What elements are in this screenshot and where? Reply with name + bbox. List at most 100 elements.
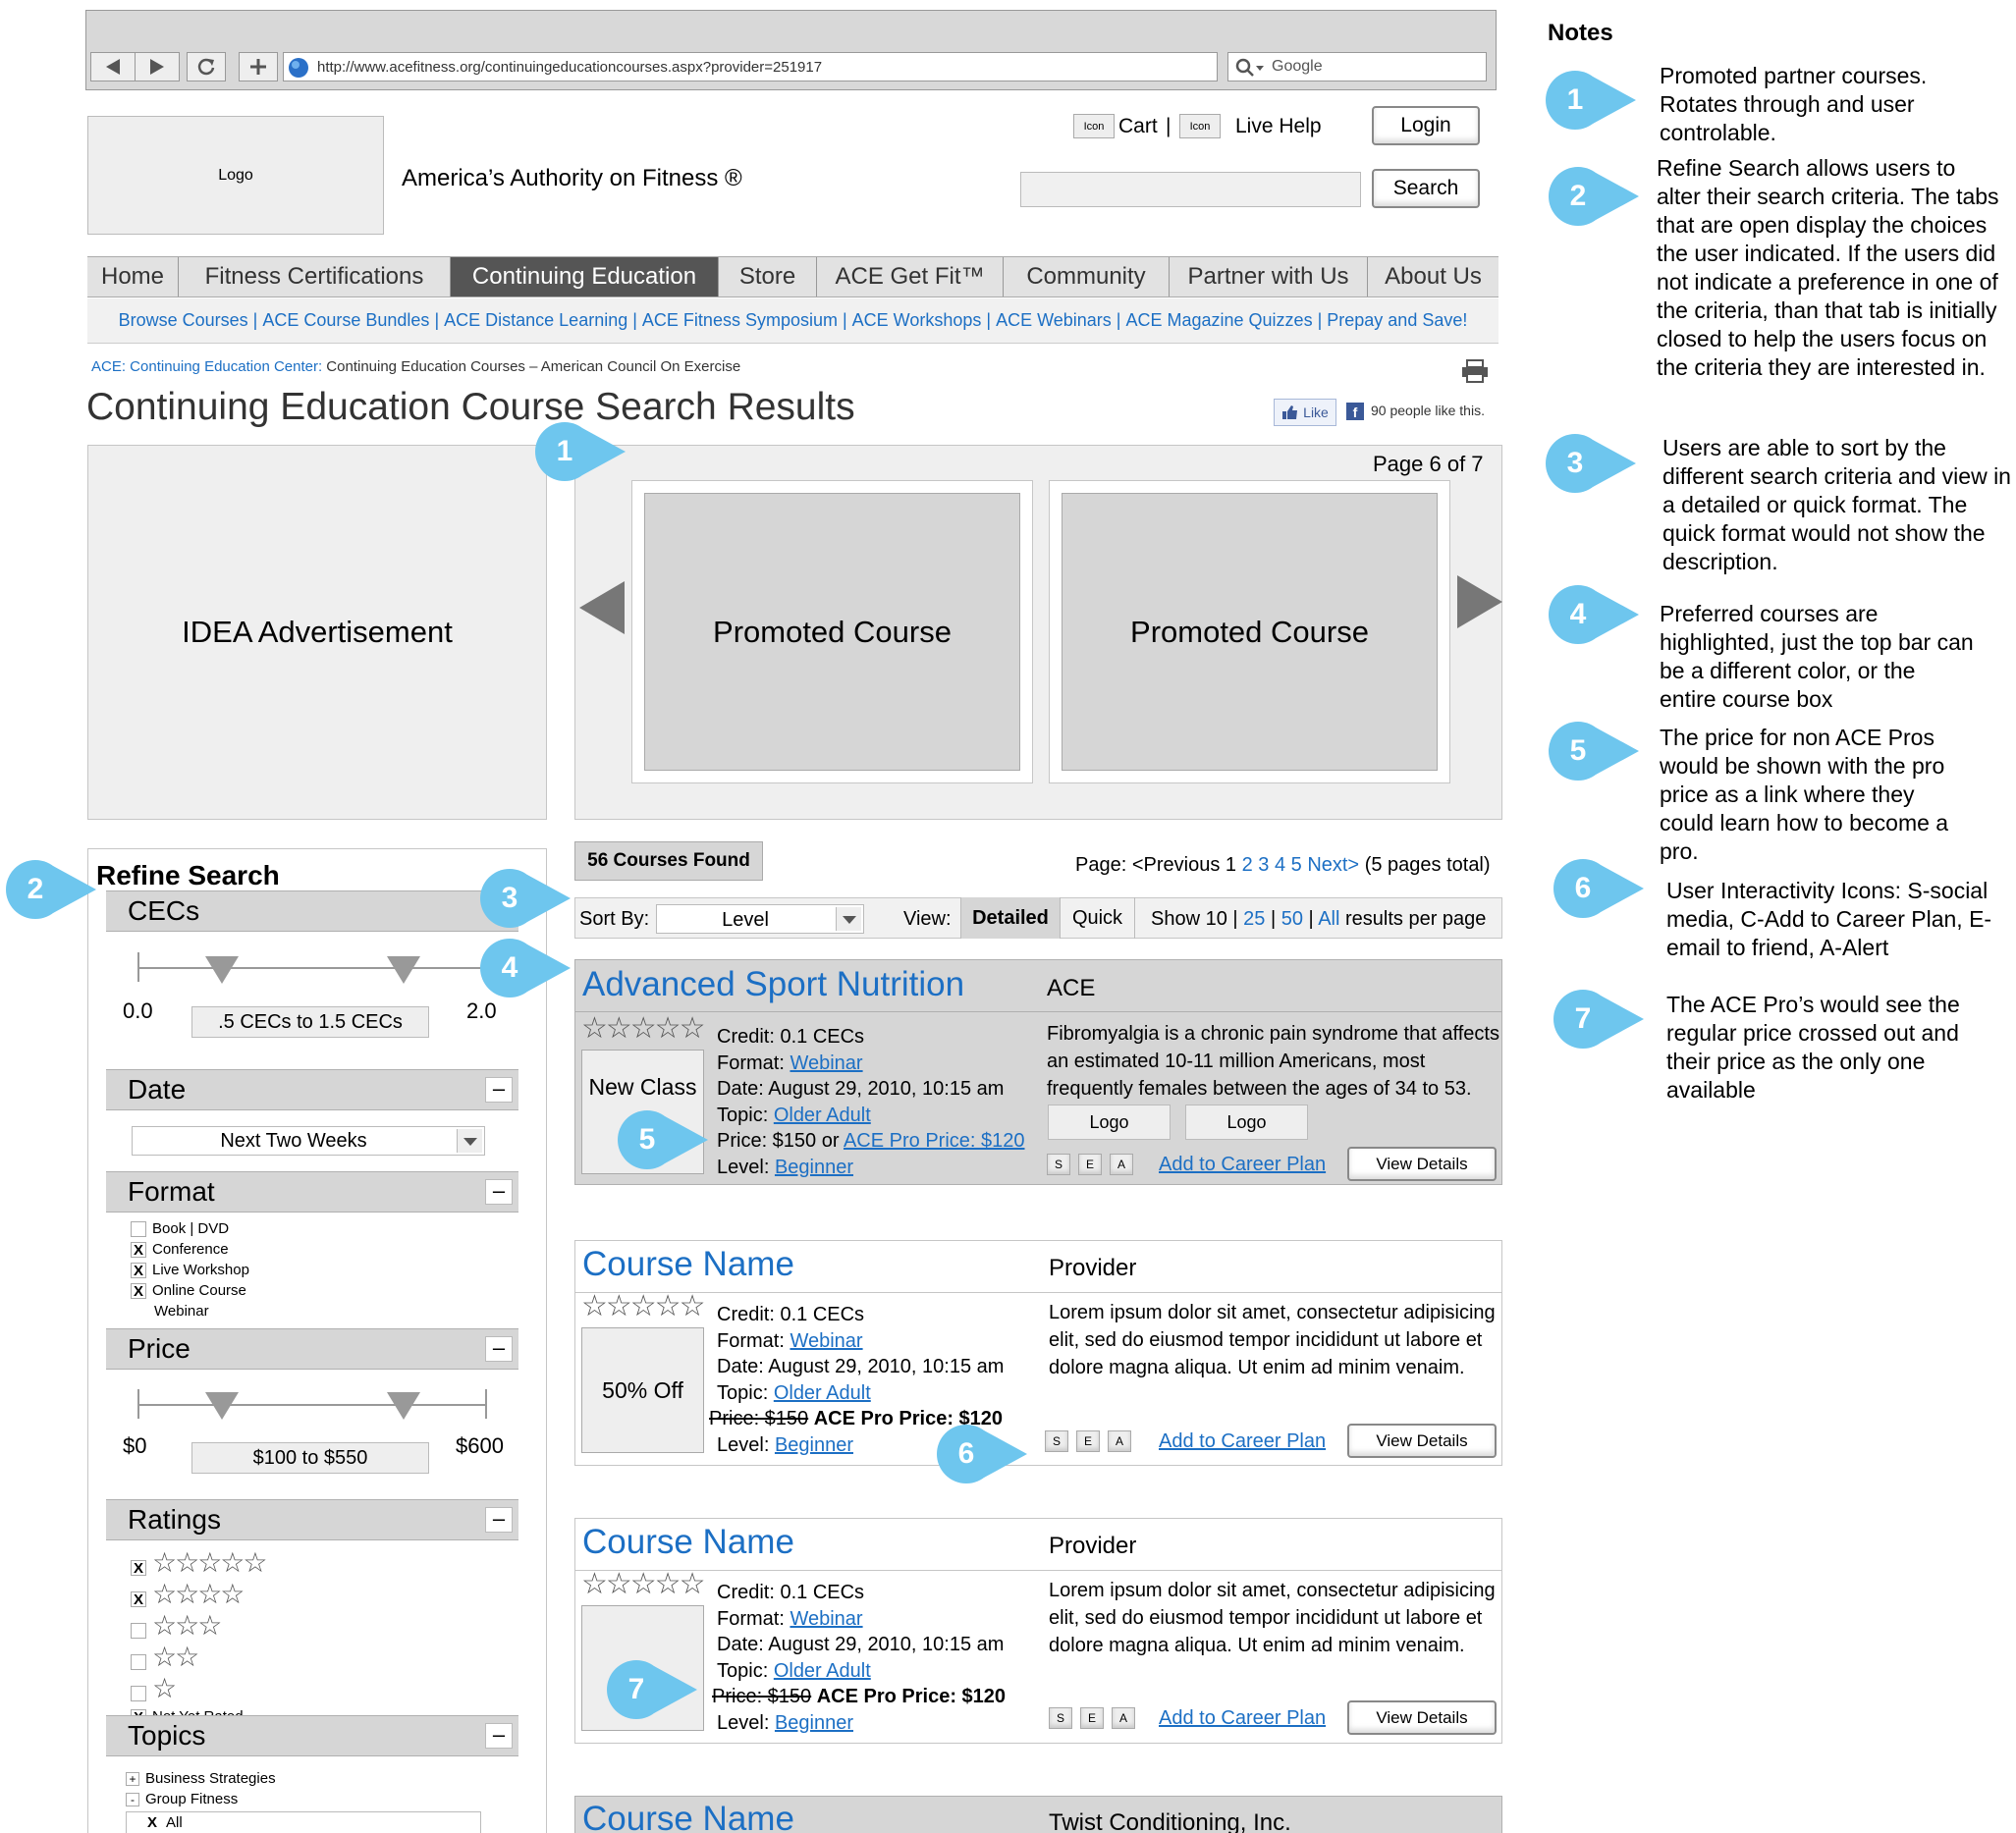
alert-icon[interactable]: A [1110, 1154, 1133, 1175]
course-title[interactable]: Course Name [582, 1523, 794, 1562]
view-details-button[interactable]: View Details [1347, 1700, 1497, 1735]
checkbox-checked[interactable]: X [131, 1590, 146, 1607]
nav-about-us[interactable]: About Us [1368, 257, 1498, 297]
collapse-icon[interactable]: – [485, 1179, 513, 1205]
site-search-button[interactable]: Search [1372, 169, 1480, 208]
social-media-icon[interactable]: S [1049, 1707, 1072, 1729]
checkbox-checked[interactable]: X [131, 1242, 146, 1259]
checkbox[interactable] [131, 1653, 146, 1670]
provider-logo[interactable]: Logo [1185, 1105, 1308, 1140]
carousel-prev-arrow-icon[interactable] [579, 581, 627, 634]
date-section-header[interactable]: Date – [106, 1069, 518, 1110]
course-title[interactable]: Advanced Sport Nutrition [582, 965, 964, 1004]
level-link[interactable]: Beginner [775, 1157, 853, 1178]
alert-icon[interactable]: A [1108, 1430, 1131, 1452]
cecs-slider-track[interactable] [137, 967, 487, 969]
idea-advertisement[interactable]: IDEA Advertisement [87, 445, 547, 820]
rating-option-4[interactable]: X ☆☆☆☆ [131, 1581, 266, 1612]
pro-price-link[interactable]: ACE Pro Price: $120 [844, 1130, 1025, 1152]
social-media-icon[interactable]: S [1047, 1154, 1070, 1175]
provider-logo[interactable]: Logo [1048, 1105, 1171, 1140]
rating-option-3[interactable]: ☆☆☆ [131, 1612, 266, 1644]
price-slider-max-handle[interactable] [387, 1392, 420, 1420]
topic-all-option[interactable]: X All [126, 1811, 481, 1833]
subnav-browse-courses[interactable]: Browse Courses [119, 310, 248, 331]
login-button[interactable]: Login [1372, 106, 1480, 145]
date-select[interactable]: Next Two Weeks [132, 1126, 485, 1156]
nav-fitness-certifications[interactable]: Fitness Certifications [179, 257, 451, 297]
rating-option-1[interactable]: ☆ [131, 1675, 266, 1706]
subnav-distance-learning[interactable]: ACE Distance Learning [444, 310, 627, 331]
forward-button[interactable] [135, 52, 180, 81]
view-details-button[interactable]: View Details [1347, 1424, 1497, 1458]
sort-select[interactable]: Level [656, 904, 864, 934]
email-icon[interactable]: E [1080, 1707, 1104, 1729]
nav-store[interactable]: Store [719, 257, 817, 297]
topic-link[interactable]: Older Adult [774, 1660, 871, 1682]
cecs-slider-max-handle[interactable] [387, 956, 420, 984]
format-option-book-dvd[interactable]: Book | DVD [131, 1218, 249, 1239]
nav-partner-with-us[interactable]: Partner with Us [1170, 257, 1368, 297]
pager-next[interactable]: Next> [1307, 854, 1359, 876]
subnav-magazine-quizzes[interactable]: ACE Magazine Quizzes [1125, 310, 1312, 331]
pager-page-5[interactable]: 5 [1291, 854, 1302, 876]
rating-option-5[interactable]: X ☆☆☆☆☆ [131, 1549, 268, 1581]
view-detailed-tab[interactable]: Detailed [960, 897, 1061, 939]
promoted-course-card[interactable]: Promoted Course [1049, 480, 1450, 783]
format-link[interactable]: Webinar [790, 1052, 862, 1074]
pager-page-4[interactable]: 4 [1275, 854, 1285, 876]
format-option-webinar[interactable]: Webinar [131, 1301, 249, 1321]
browser-search-field[interactable]: Google [1227, 52, 1487, 81]
topic-business-strategies[interactable]: + Business Strategies [126, 1768, 276, 1789]
checkbox-checked[interactable]: X [131, 1283, 146, 1300]
add-to-career-plan-link[interactable]: Add to Career Plan [1159, 1707, 1326, 1730]
checkbox-checked[interactable]: X [144, 1815, 160, 1832]
checkbox-checked[interactable]: X [131, 1263, 146, 1279]
format-link[interactable]: Webinar [790, 1608, 862, 1630]
cart-link[interactable]: Cart [1118, 115, 1158, 138]
alert-icon[interactable]: A [1112, 1707, 1135, 1729]
pager-page-2[interactable]: 2 [1242, 854, 1253, 876]
site-search-input[interactable] [1020, 172, 1361, 207]
subnav-prepay-and-save[interactable]: Prepay and Save! [1327, 310, 1467, 331]
promoted-course-card[interactable]: Promoted Course [631, 480, 1033, 783]
collapse-icon[interactable]: – [485, 1077, 513, 1103]
subnav-workshops[interactable]: ACE Workshops [852, 310, 982, 331]
checkbox[interactable] [131, 1221, 146, 1238]
print-icon[interactable] [1461, 359, 1489, 383]
format-option-conference[interactable]: X Conference [131, 1239, 249, 1260]
rating-option-2[interactable]: ☆☆ [131, 1644, 266, 1675]
topic-link[interactable]: Older Adult [774, 1382, 871, 1404]
course-title[interactable]: Course Name [582, 1800, 794, 1833]
help-icon[interactable]: Icon [1179, 114, 1221, 138]
subnav-course-bundles[interactable]: ACE Course Bundles [262, 310, 429, 331]
price-slider-min-handle[interactable] [205, 1392, 239, 1420]
show-25-link[interactable]: 25 [1243, 908, 1265, 930]
checkbox[interactable] [131, 1685, 146, 1701]
add-to-career-plan-link[interactable]: Add to Career Plan [1159, 1430, 1326, 1453]
nav-ace-get-fit[interactable]: ACE Get Fit™ [817, 257, 1004, 297]
new-tab-button[interactable] [239, 52, 278, 81]
checkbox[interactable] [131, 1622, 146, 1639]
show-50-link[interactable]: 50 [1281, 908, 1303, 930]
reload-button[interactable] [187, 52, 226, 81]
show-all-link[interactable]: All [1318, 908, 1339, 930]
pager-page-3[interactable]: 3 [1258, 854, 1269, 876]
collapse-icon[interactable]: – [485, 1336, 513, 1362]
view-quick-tab[interactable]: Quick [1061, 897, 1135, 939]
nav-community[interactable]: Community [1004, 257, 1170, 297]
level-link[interactable]: Beginner [775, 1434, 853, 1456]
back-button[interactable] [90, 52, 136, 81]
carousel-next-arrow-icon[interactable] [1457, 575, 1502, 628]
collapse-icon[interactable]: – [485, 1507, 513, 1533]
like-button[interactable]: Like [1274, 399, 1336, 426]
cecs-slider-min-handle[interactable] [205, 956, 239, 984]
expand-icon[interactable]: + [126, 1772, 139, 1787]
nav-continuing-education[interactable]: Continuing Education [451, 257, 719, 297]
cart-icon[interactable]: Icon [1073, 114, 1115, 138]
social-media-icon[interactable]: S [1045, 1430, 1068, 1452]
email-icon[interactable]: E [1076, 1430, 1100, 1452]
format-option-online-course[interactable]: X Online Course [131, 1280, 249, 1301]
level-link[interactable]: Beginner [775, 1712, 853, 1734]
collapse-tree-icon[interactable]: - [126, 1793, 139, 1807]
